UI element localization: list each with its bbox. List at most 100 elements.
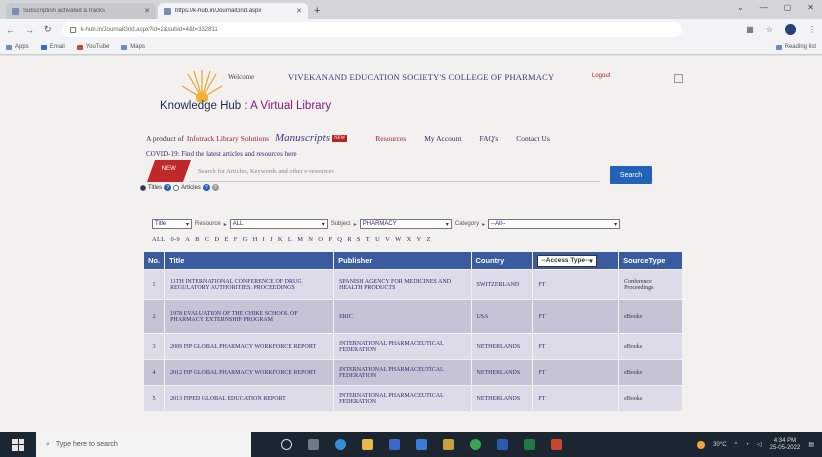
maximize-icon[interactable]: ▢ xyxy=(784,3,792,12)
alphabet-link[interactable]: Q xyxy=(337,236,342,243)
reading-list-button[interactable]: Reading list xyxy=(775,44,816,50)
brand-link[interactable]: Infotrack Library Solutions xyxy=(187,134,269,143)
alphabet-link[interactable]: E xyxy=(224,236,228,243)
table-row[interactable]: 3 2009 FIP GLOBAL PHARMACY WORKFORCE REPO… xyxy=(142,333,683,360)
avatar[interactable] xyxy=(785,24,796,35)
browser-tab-2[interactable]: https://k-hub.in/JournalGrid.aspx ✕ xyxy=(158,3,308,19)
alphabet-link[interactable]: I xyxy=(263,236,265,243)
close-window-icon[interactable]: ✕ xyxy=(807,3,814,12)
bookmark-email[interactable]: Email xyxy=(40,44,65,50)
chevron-up-icon[interactable]: ^ xyxy=(735,442,738,448)
alphabet-link[interactable]: Z xyxy=(427,236,431,243)
subject-select[interactable]: PHARMACY ▾ xyxy=(359,219,452,229)
widgets-icon[interactable] xyxy=(308,439,319,450)
notification-icon[interactable]: ▤ xyxy=(808,441,814,448)
alphabet-link[interactable]: W xyxy=(395,236,401,243)
bookmark-maps[interactable]: Maps xyxy=(121,44,145,50)
alphabet-link[interactable]: M xyxy=(297,236,303,243)
close-icon[interactable]: ✕ xyxy=(296,7,302,15)
table-row[interactable]: 1 11TH INTERNATIONAL CONFERENCE OF DRUG R… xyxy=(142,269,683,300)
alphabet-link[interactable]: N xyxy=(308,236,313,243)
alphabet-link[interactable]: H xyxy=(253,236,258,243)
word-icon[interactable] xyxy=(497,439,508,450)
help-icon[interactable]: ? xyxy=(202,184,210,191)
col-country[interactable]: Country xyxy=(470,251,534,270)
resource-select[interactable]: ALL ▾ xyxy=(229,219,328,229)
alphabet-link[interactable]: F xyxy=(234,236,238,243)
help-icon[interactable]: ? xyxy=(211,184,219,191)
resources-link[interactable]: Resources xyxy=(375,134,406,143)
store-icon[interactable] xyxy=(389,439,400,450)
alphabet-link[interactable]: V xyxy=(385,236,390,243)
url-input[interactable]: k-hub.in/JournalGrid.aspx?id=2&subid=4&t… xyxy=(61,22,682,37)
close-icon[interactable]: ✕ xyxy=(144,7,150,15)
reload-icon[interactable]: ↻ xyxy=(44,24,52,35)
col-title[interactable]: Title xyxy=(164,251,335,270)
cell-title[interactable]: 1978 EVALUATION OF THE CHIKE SCHOOL OF P… xyxy=(164,299,335,334)
cell-title[interactable]: 2009 FIP GLOBAL PHARMACY WORKFORCE REPOR… xyxy=(164,333,335,360)
alphabet-link[interactable]: D xyxy=(214,236,219,243)
alphabet-link[interactable]: X xyxy=(407,236,412,243)
contact-link[interactable]: Contact Us xyxy=(516,134,550,143)
menu-dots-icon[interactable]: ⋮ xyxy=(808,25,816,34)
alphabet-link[interactable]: ALL xyxy=(152,236,166,243)
table-row[interactable]: 5 2013 FIPED GLOBAL EDUCATION REPORT INTER… xyxy=(142,385,683,412)
weather-temp[interactable]: 30°C xyxy=(713,442,726,448)
task-view-icon[interactable] xyxy=(281,439,292,450)
alphabet-link[interactable]: 0-9 xyxy=(171,236,181,243)
alphabet-link[interactable]: Y xyxy=(417,236,422,243)
extensions-icon[interactable]: ▦ xyxy=(746,25,754,34)
minimize-icon[interactable]: — xyxy=(760,3,768,12)
table-row[interactable]: 2 1978 EVALUATION OF THE CHIKE SCHOOL OF … xyxy=(142,299,683,334)
wifi-icon[interactable]: ◔ xyxy=(745,442,749,448)
alphabet-link[interactable]: A xyxy=(185,236,190,243)
powerpoint-icon[interactable] xyxy=(551,439,562,450)
search-button[interactable]: Search xyxy=(610,166,652,184)
chevron-down-icon[interactable]: ⌄ xyxy=(737,3,744,12)
my-account-link[interactable]: My Account xyxy=(424,134,461,143)
alphabet-link[interactable]: O xyxy=(318,236,323,243)
alphabet-link[interactable]: P xyxy=(328,236,332,243)
back-arrow-icon[interactable]: ← xyxy=(6,25,15,35)
cell-title[interactable]: 2013 FIPED GLOBAL EDUCATION REPORT xyxy=(164,385,335,412)
file-explorer-icon[interactable] xyxy=(362,439,373,450)
alphabet-link[interactable]: K xyxy=(278,236,283,243)
cell-title[interactable]: 11TH INTERNATIONAL CONFERENCE OF DRUG RE… xyxy=(164,269,335,300)
forward-arrow-icon[interactable]: → xyxy=(25,25,34,35)
alphabet-link[interactable]: R xyxy=(347,236,352,243)
col-publisher[interactable]: Publisher xyxy=(333,251,472,270)
alphabet-link[interactable]: G xyxy=(243,236,248,243)
taskbar-search-input[interactable]: ⌕ Type here to search xyxy=(36,432,251,457)
field-select[interactable]: Title ▾ xyxy=(152,219,192,229)
star-icon[interactable]: ☆ xyxy=(766,25,773,34)
bookmark-apps[interactable]: Apps xyxy=(6,44,29,50)
radio-articles[interactable] xyxy=(173,184,180,191)
windows-start-icon[interactable] xyxy=(12,438,24,451)
manuscripts-link[interactable]: Manuscripts xyxy=(275,132,330,144)
faqs-link[interactable]: FAQ's xyxy=(480,134,499,143)
alphabet-link[interactable]: S xyxy=(357,236,361,243)
radio-titles[interactable] xyxy=(140,184,146,191)
new-tab-button[interactable]: + xyxy=(314,3,320,19)
mail-icon[interactable] xyxy=(416,439,427,450)
edge-browser-icon[interactable] xyxy=(335,439,346,450)
search-input[interactable]: Search for Articles, Keywords and other … xyxy=(190,164,600,182)
alphabet-link[interactable]: U xyxy=(375,236,380,243)
table-row[interactable]: 4 2012 FIP GLOBAL PHARMACY WORKFORCE REPO… xyxy=(142,359,683,386)
excel-icon[interactable] xyxy=(524,439,535,450)
alphabet-link[interactable]: C xyxy=(205,236,210,243)
photos-icon[interactable] xyxy=(443,439,454,450)
clock[interactable]: 4:34 PM 25-05-2022 xyxy=(770,438,801,452)
browser-tab-1[interactable]: Subscription activated & tracks ✕ xyxy=(6,3,156,19)
alphabet-link[interactable]: T xyxy=(366,236,370,243)
logout-link[interactable]: Logout xyxy=(592,73,610,79)
help-icon[interactable]: ? xyxy=(164,184,172,191)
site-logo[interactable]: Knowledge Hub : A Virtual Library xyxy=(160,100,331,112)
covid-link[interactable]: COVID-19: Find the latest articles and r… xyxy=(146,150,297,158)
access-type-select[interactable]: --Access Type-- ▾ xyxy=(537,254,597,267)
alphabet-link[interactable]: B xyxy=(195,236,200,243)
volume-icon[interactable]: ◁ xyxy=(757,441,762,448)
cell-title[interactable]: 2012 FIP GLOBAL PHARMACY WORKFORCE REPOR… xyxy=(164,359,335,386)
alphabet-link[interactable]: L xyxy=(288,236,292,243)
category-select[interactable]: --All-- ▾ xyxy=(488,219,621,229)
